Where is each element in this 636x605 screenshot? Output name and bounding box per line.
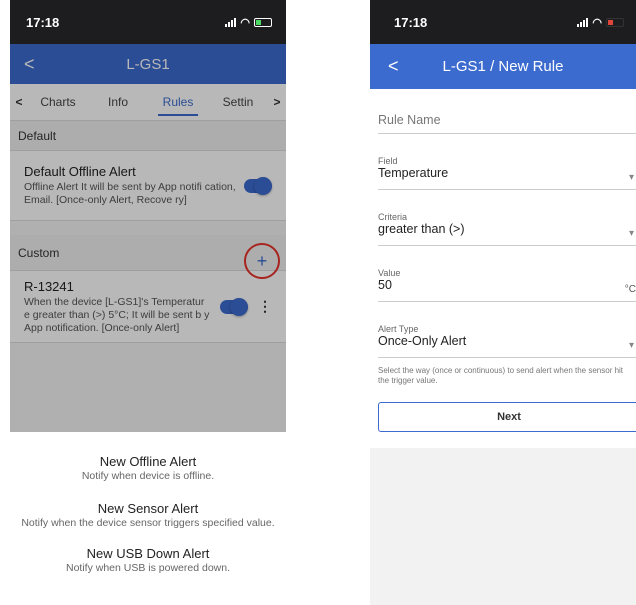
page-title: L-GS1 / New Rule — [442, 58, 564, 75]
rule-title: R-13241 — [24, 278, 74, 294]
option-title: New Offline Alert — [99, 454, 197, 469]
signal-icon — [577, 17, 589, 27]
value-value: 50 — [378, 278, 392, 292]
criteria-label: Criteria — [378, 212, 408, 222]
default-offline-rule[interactable]: Default Offline Alert Offline Alert It w… — [10, 151, 286, 221]
field-label: Field — [378, 156, 398, 166]
kebab-menu-icon[interactable]: ⋮ — [258, 298, 272, 315]
rules-screen: 17:18 ◠ < L-GS1 < Charts Info Rules Sett… — [10, 0, 286, 605]
value-unit: °C — [624, 284, 636, 295]
add-icon: + — [256, 250, 268, 271]
rule-description: When the device [L-GS1]'s Temperatur e g… — [24, 295, 210, 334]
nav-bar: < L-GS1 / New Rule — [370, 44, 636, 89]
new-alert-action-sheet: New Offline Alert Notify when device is … — [10, 432, 286, 605]
signal-icon — [225, 17, 237, 27]
empty-area — [10, 343, 286, 434]
chevron-down-icon: ▾ — [628, 172, 634, 183]
criteria-select[interactable]: Criteria greater than (>) ▾ — [378, 212, 636, 246]
rule-enable-toggle[interactable] — [220, 297, 248, 316]
alert-type-hint: Select the way (once or continuous) to s… — [378, 366, 624, 385]
rule-name-placeholder: Rule Name — [378, 113, 441, 127]
next-button[interactable]: Next — [378, 402, 636, 432]
page-title: L-GS1 — [126, 55, 170, 73]
field-select[interactable]: Field Temperature ▾ — [378, 156, 636, 190]
criteria-value: greater than (>) — [378, 222, 465, 236]
alert-type-value: Once-Only Alert — [378, 334, 467, 348]
default-section-heading: Default — [10, 121, 286, 151]
rule-description: Offline Alert It will be sent by App not… — [24, 181, 236, 206]
status-time: 17:18 — [394, 14, 428, 30]
chevron-down-icon: ▾ — [628, 340, 634, 351]
field-value: Temperature — [378, 166, 449, 180]
tab-charts[interactable]: Charts — [28, 84, 88, 120]
tab-settings[interactable]: Settin — [208, 84, 268, 120]
rule-title: Default Offline Alert — [24, 164, 136, 179]
value-label: Value — [378, 268, 401, 278]
tab-bar: < Charts Info Rules Settin > — [10, 84, 286, 121]
new-rule-screen: 17:18 ◠ < L-GS1 / New Rule Rule Name Fie… — [370, 0, 636, 605]
alert-type-select[interactable]: Alert Type Once-Only Alert ▾ — [378, 324, 636, 358]
battery-icon — [606, 17, 624, 27]
new-sensor-alert-option[interactable]: New Sensor Alert Notify when the device … — [10, 501, 286, 530]
wifi-icon: ◠ — [592, 16, 602, 29]
custom-rule-item[interactable]: R-13241 When the device [L-GS1]'s Temper… — [10, 271, 286, 343]
status-bar: 17:18 ◠ — [370, 0, 636, 44]
alert-type-label: Alert Type — [378, 324, 419, 334]
option-title: New USB Down Alert — [86, 546, 210, 561]
value-input[interactable]: Value 50 °C — [378, 268, 636, 302]
back-chevron-icon[interactable]: < — [388, 56, 399, 77]
add-rule-button[interactable]: + — [244, 243, 280, 279]
status-bar: 17:18 ◠ — [10, 0, 286, 44]
nav-bar: < L-GS1 — [10, 44, 286, 84]
back-chevron-icon[interactable]: < — [24, 54, 35, 75]
tab-rules[interactable]: Rules — [148, 84, 208, 120]
rule-enable-toggle[interactable] — [244, 176, 272, 195]
battery-icon — [254, 17, 272, 27]
option-title: New Sensor Alert — [97, 501, 199, 516]
option-subtitle: Notify when the device sensor triggers s… — [21, 517, 275, 529]
section-spacer — [10, 221, 286, 235]
empty-area — [370, 448, 636, 605]
chevron-down-icon: ▾ — [628, 228, 634, 239]
wifi-icon: ◠ — [240, 16, 250, 29]
new-usb-down-alert-option[interactable]: New USB Down Alert Notify when USB is po… — [10, 546, 286, 575]
tab-info[interactable]: Info — [88, 84, 148, 120]
new-offline-alert-option[interactable]: New Offline Alert Notify when device is … — [10, 454, 286, 483]
option-subtitle: Notify when USB is powered down. — [66, 562, 230, 574]
tab-next-arrow[interactable]: > — [268, 84, 286, 120]
option-subtitle: Notify when device is offline. — [81, 470, 215, 482]
new-rule-form: Rule Name Field Temperature ▾ Criteria g… — [370, 113, 636, 432]
status-time: 17:18 — [26, 14, 60, 30]
rule-name-field[interactable]: Rule Name — [378, 113, 636, 134]
tab-prev-arrow[interactable]: < — [10, 84, 28, 120]
